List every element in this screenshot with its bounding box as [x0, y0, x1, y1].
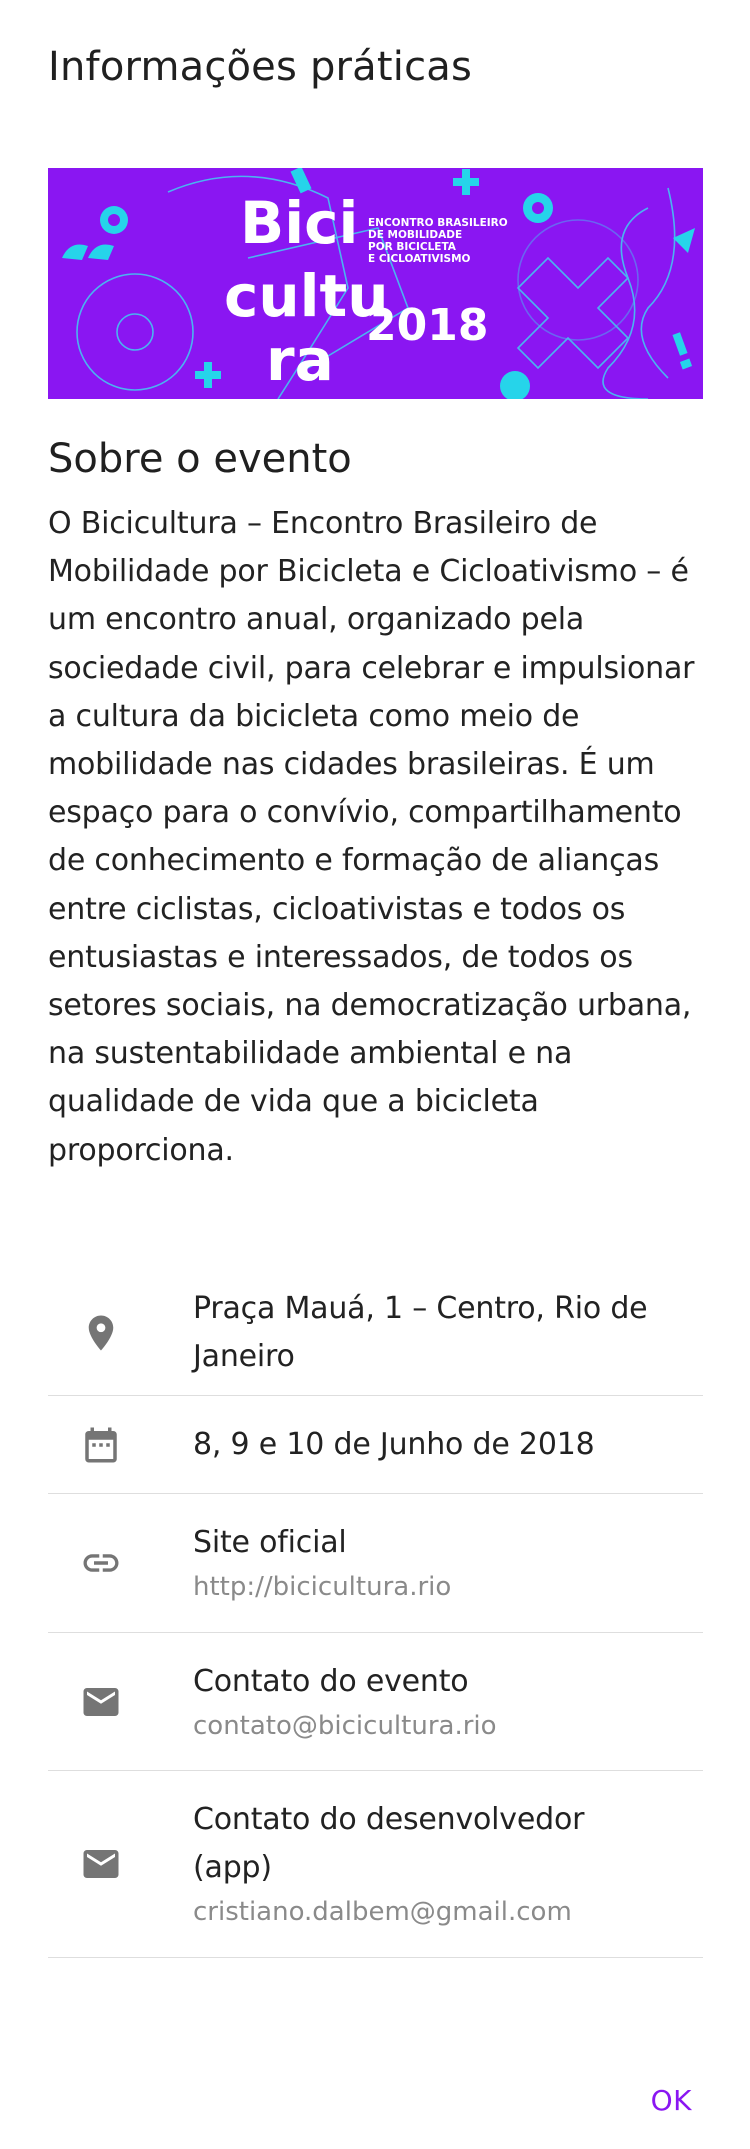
logo-line-1: Bici: [240, 189, 358, 257]
logo-tagline-1: ENCONTRO BRASILEIRO: [368, 217, 508, 229]
dev-contact-email[interactable]: cristiano.dalbem@gmail.com: [193, 1892, 663, 1932]
location-text: Praça Mauá, 1 – Centro, Rio de Janeiro: [193, 1290, 648, 1374]
logo-tagline-2: DE MOBILIDADE: [368, 229, 462, 241]
ok-button[interactable]: OK: [639, 2076, 704, 2125]
logo-tagline-4: E CICLOATIVISMO: [368, 253, 471, 265]
dialog-title: Informações práticas: [48, 44, 473, 90]
info-dialog: Informações práticas Bici cultu ra 2018 …: [0, 0, 750, 2149]
info-row-site[interactable]: Site oficial http://bicicultura.rio: [48, 1494, 703, 1633]
site-label: Site oficial: [193, 1525, 347, 1560]
logo-tagline-3: POR BICICLETA: [368, 241, 457, 253]
info-row-location[interactable]: Praça Mauá, 1 – Centro, Rio de Janeiro: [48, 1270, 703, 1396]
info-row-date[interactable]: 8, 9 e 10 de Junho de 2018: [48, 1396, 703, 1494]
event-banner: Bici cultu ra 2018 ENCONTRO BRASILEIRO D…: [48, 168, 703, 399]
date-text: 8, 9 e 10 de Junho de 2018: [193, 1426, 595, 1462]
link-icon: [80, 1542, 122, 1584]
logo-line-2: cultu: [224, 262, 389, 330]
location-pin-icon: [80, 1312, 122, 1354]
about-text: O Bicicultura – Encontro Brasileiro de M…: [48, 506, 695, 1168]
event-contact-label: Contato do evento: [193, 1663, 469, 1699]
email-icon: [80, 1843, 122, 1885]
dev-contact-label: Contato do desenvolvedor (app): [193, 1802, 585, 1885]
logo-line-3: ra: [266, 326, 334, 394]
event-contact-email[interactable]: contato@bicicultura.rio: [193, 1706, 497, 1746]
info-list: Praça Mauá, 1 – Centro, Rio de Janeiro 8…: [48, 1270, 703, 1958]
info-row-dev-contact[interactable]: Contato do desenvolvedor (app) cristiano…: [48, 1771, 703, 1958]
about-title: Sobre o evento: [48, 436, 352, 482]
email-icon: [80, 1681, 122, 1723]
calendar-icon: [80, 1424, 122, 1466]
logo-year: 2018: [366, 300, 488, 351]
bicicultura-logo: Bici cultu ra 2018 ENCONTRO BRASILEIRO D…: [48, 168, 703, 399]
site-url[interactable]: http://bicicultura.rio: [193, 1567, 451, 1607]
info-row-event-contact[interactable]: Contato do evento contato@bicicultura.ri…: [48, 1633, 703, 1771]
